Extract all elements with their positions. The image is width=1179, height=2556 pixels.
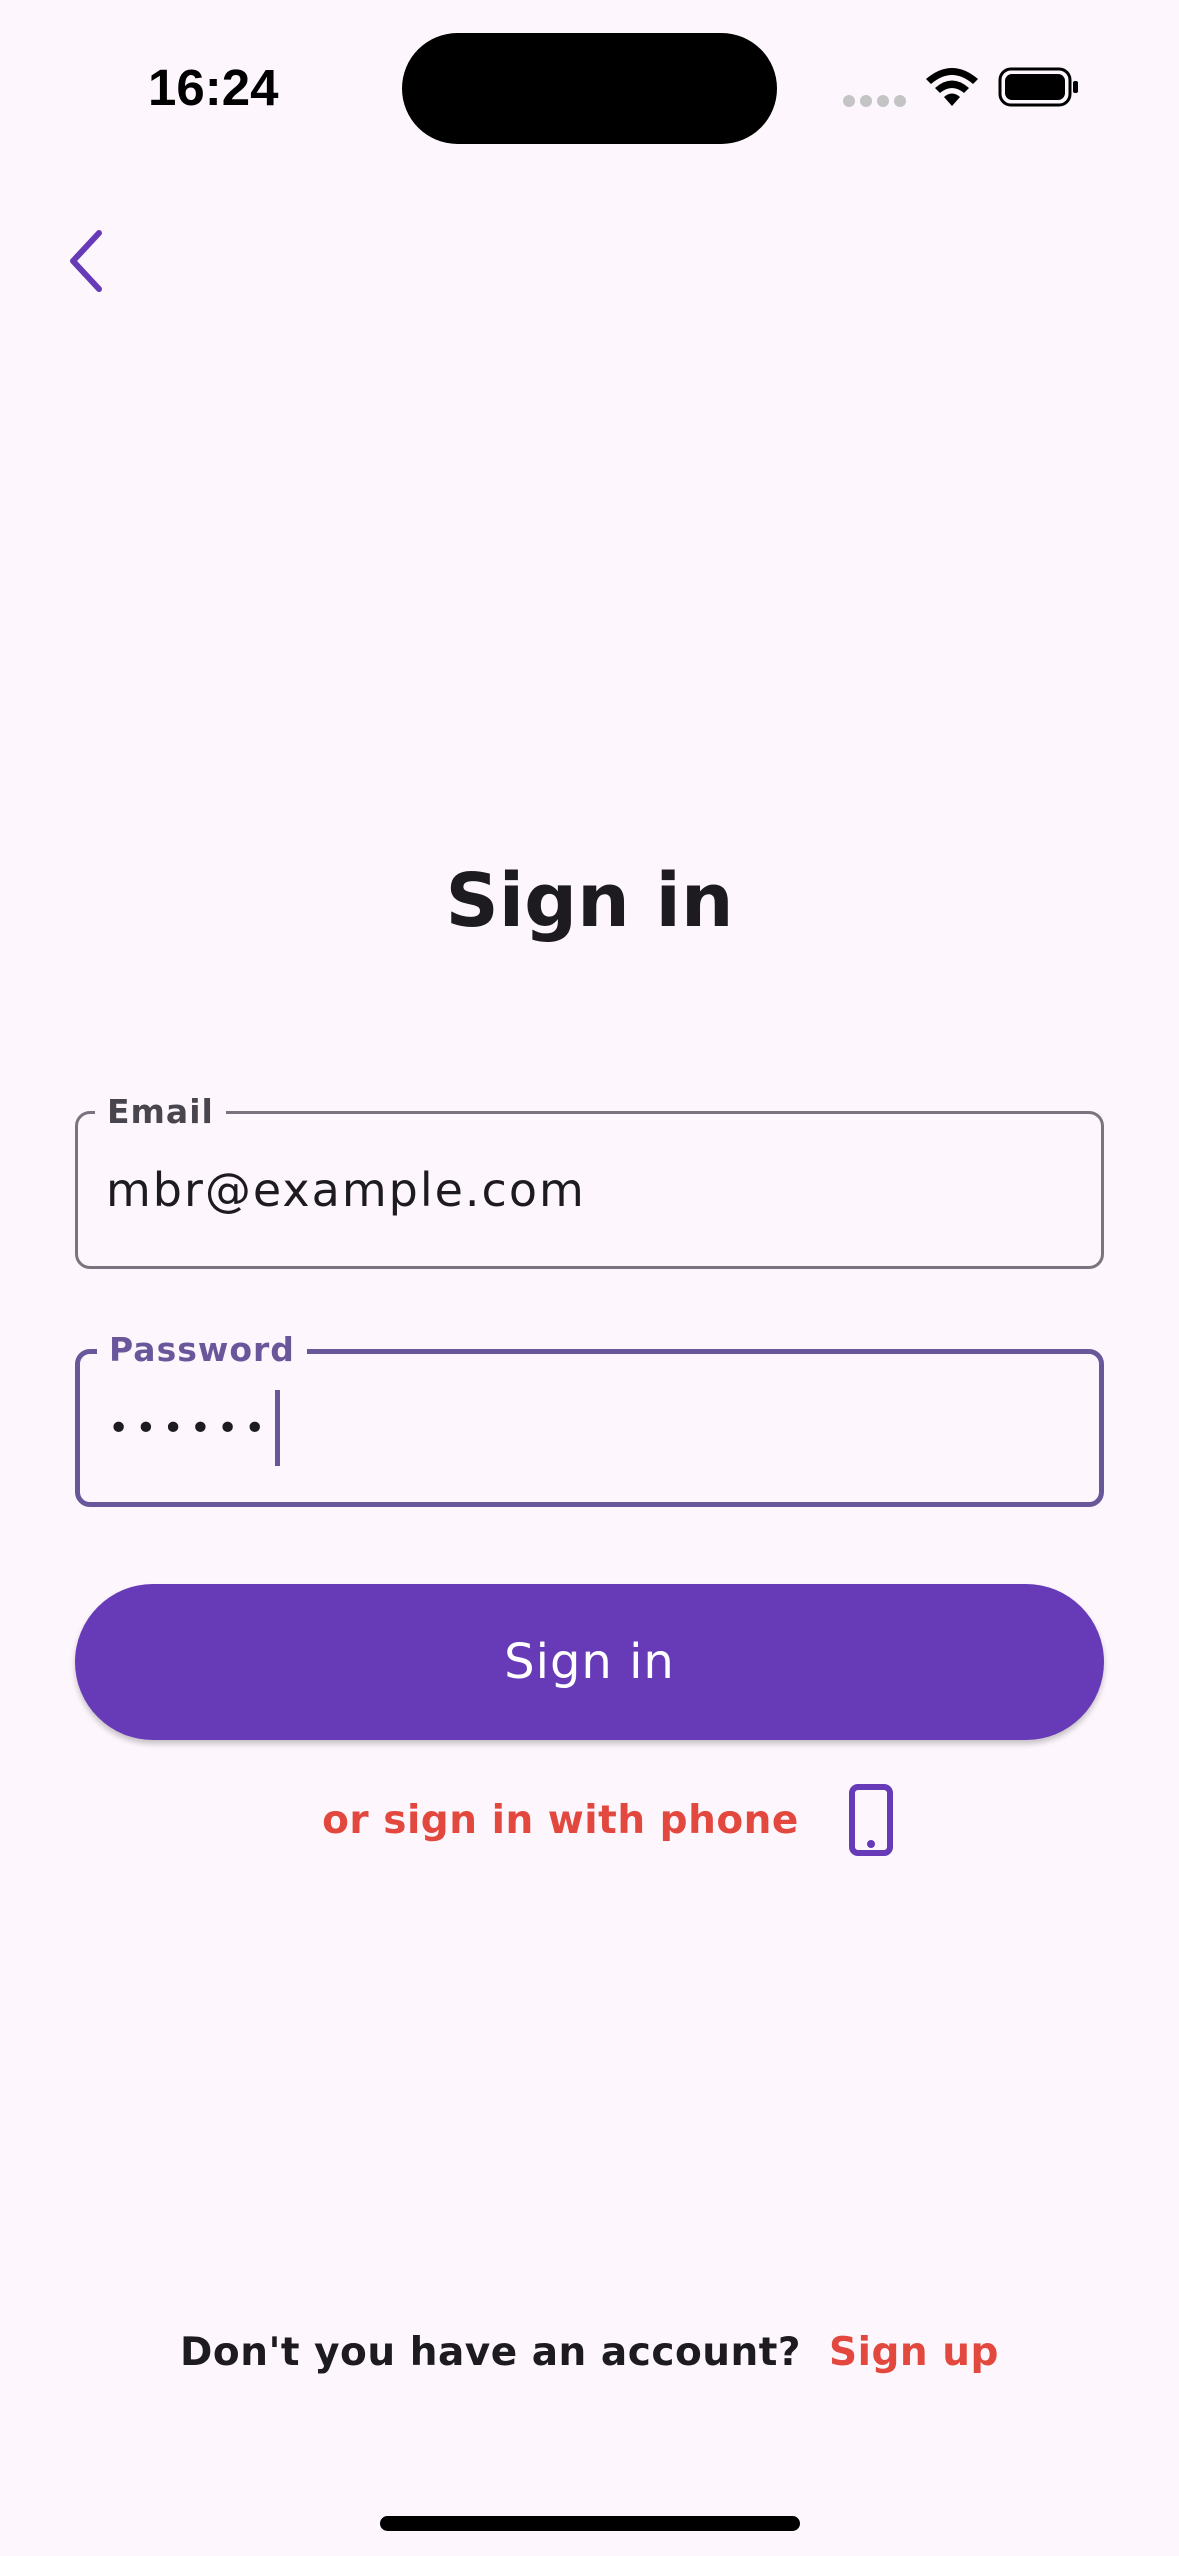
- cellular-signal-icon: [843, 95, 906, 107]
- sign-up-link[interactable]: Sign up: [829, 2330, 999, 2375]
- status-time: 16:24: [148, 59, 279, 116]
- sign-in-with-phone-link[interactable]: or sign in with phone: [0, 1780, 1179, 1860]
- signup-row: Don't you have an account? Sign up: [0, 2330, 1179, 2375]
- dynamic-island: [402, 33, 777, 144]
- signup-prompt: Don't you have an account?: [180, 2330, 802, 2375]
- home-indicator[interactable]: [380, 2516, 800, 2531]
- battery-icon: [998, 67, 1078, 107]
- page-title: Sign in: [445, 858, 734, 944]
- sign-in-with-phone-label[interactable]: or sign in with phone: [322, 1798, 799, 1843]
- email-field-value[interactable]: mbr@example.com: [106, 1114, 586, 1266]
- password-masked-value: ••••••: [108, 1407, 272, 1449]
- status-bar: 16:24: [0, 0, 1179, 170]
- password-field[interactable]: Password ••••••: [75, 1330, 1104, 1507]
- text-cursor: [275, 1390, 281, 1466]
- back-button[interactable]: [52, 218, 118, 304]
- chevron-left-icon: [70, 230, 102, 292]
- sign-in-button[interactable]: Sign in: [75, 1584, 1104, 1740]
- phone-icon[interactable]: [848, 1784, 893, 1856]
- wifi-icon: [926, 68, 978, 106]
- email-field[interactable]: Email mbr@example.com: [75, 1092, 1104, 1269]
- password-field-value[interactable]: ••••••: [108, 1354, 281, 1502]
